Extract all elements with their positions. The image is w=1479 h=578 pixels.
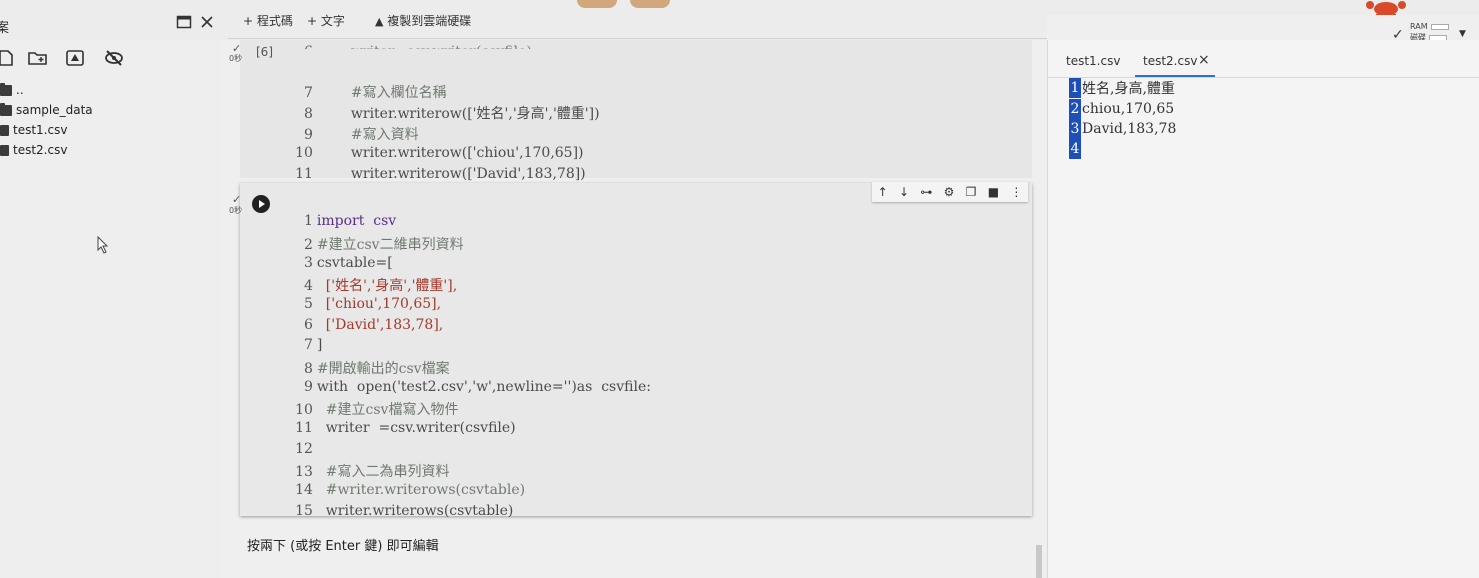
link-icon[interactable]: ⊶ [920,185,932,199]
close-icon[interactable] [199,14,215,30]
code-line: 2 #建立csv二維串列資料 [303,237,464,253]
move-down-icon[interactable]: ↓ [899,185,909,199]
code-line: 10 #建立csv檔寫入物件 [295,402,459,418]
copy-icon[interactable]: ❐ [966,185,977,199]
csv-line-number: 4 [1069,138,1081,159]
dropdown-arrow-icon[interactable]: ▼ [1459,29,1466,39]
code-line: 7] [303,337,323,353]
cell-toolbar: ↑ ↓ ⊶ ⚙ ❐ ■ ⋮ [872,182,1028,202]
code-line: 10 writer.writerow(['chiou',170,65]) [295,145,584,161]
parent-directory-label: .. [16,83,24,97]
files-panel-title: 案 [0,21,10,36]
code-line: 7 #寫入欄位名稱 [303,85,447,101]
file-tree-item-sample-data[interactable]: sample_data [0,101,93,119]
mount-drive-icon[interactable] [64,49,86,67]
tab-test2-csv[interactable]: test2.csv [1143,54,1197,68]
file-tree-item-test2[interactable]: test2.csv [0,141,67,159]
delete-icon[interactable]: ■ [988,185,999,199]
notebook-scrollbar[interactable] [1036,545,1042,578]
csv-line: 2 chiou,170,65 [1069,98,1174,119]
file-tree-item-label: test2.csv [13,143,68,157]
cell-exec-time: 0秒 [229,206,243,215]
code-line: 8 writer.writerow(['姓名','身高','體重']) [303,106,600,122]
code-line: 3 csvtable=[ [303,255,393,271]
drive-icon: ▲ [375,15,384,28]
csv-line-text: 姓名,身高,體重 [1082,80,1175,97]
folder-icon [0,102,12,116]
code-line: 1 import csv [303,213,397,229]
code-line: 5 ['chiou',170,65], [303,296,442,312]
copy-to-drive-button[interactable]: ▲ 複製到雲端硬碟 [375,12,471,29]
file-icon [0,124,9,136]
csv-line-number: 1 [1069,77,1081,98]
add-code-button[interactable]: + 程式碼 [243,12,293,29]
file-icon [0,144,9,156]
add-text-button[interactable]: + 文字 [307,12,345,29]
code-line: 15 writer.writerows(csvtable) [295,503,514,519]
close-tab-icon[interactable]: × [1198,52,1210,68]
csv-line-text: David,183,78 [1082,120,1177,137]
cell-exec-time: 0秒 [229,54,243,63]
copy-to-drive-label: 複製到雲端硬碟 [387,14,472,28]
parent-directory-item[interactable]: .. [0,81,24,99]
file-tree-item-label: test1.csv [13,123,68,137]
decoration-left [577,0,617,8]
move-up-icon[interactable]: ↑ [878,185,888,199]
decoration-right [630,0,670,8]
csv-line-number: 3 [1069,118,1081,139]
new-folder-icon[interactable] [27,49,49,67]
file-tree-item-test1[interactable]: test1.csv [0,121,67,139]
code-line: 8 #開啟輸出的csv檔案 [303,361,450,377]
cell-exec-count: [6] [256,45,273,59]
ram-label: RAM [1410,22,1428,31]
tab-test1-csv[interactable]: test1.csv [1066,54,1120,68]
code-line: 11 writer.writerow(['David',183,78]) [295,166,586,182]
code-line: 4 ['姓名','身高','體重'], [303,278,458,294]
csv-line: 4 [1069,138,1082,159]
settings-icon[interactable]: ⚙ [944,185,955,199]
csv-line: 1 姓名,身高,體重 [1069,77,1175,98]
code-line: 9 with open('test2.csv','w',newline='')as… [303,379,651,395]
code-line: 13 #寫入二為串列資料 [295,464,450,480]
file-tree-item-label: sample_data [16,103,93,117]
run-cell-button[interactable] [252,195,270,213]
upload-file-icon[interactable] [0,49,16,67]
more-options-icon[interactable]: ⋮ [1010,185,1022,199]
code-line: 9 #寫入資料 [303,127,419,143]
hide-files-icon[interactable] [103,49,125,67]
code-line: 6 ['David',183,78], [303,317,444,333]
mouse-cursor-icon [97,236,109,254]
folder-up-icon [0,82,12,96]
csv-line: 3 David,183,78 [1069,118,1176,139]
ram-bar [1430,23,1449,30]
code-line: 14 #writer.writerows(csvtable) [295,482,526,498]
code-line: 11 writer =csv.writer(csvfile) [295,420,516,436]
code-line: 12 [295,441,313,457]
text-cell-edit-hint[interactable]: 按兩下 (或按 Enter 鍵) 即可編輯 [247,535,439,554]
open-in-window-icon[interactable] [176,14,192,30]
csv-line-number: 2 [1069,98,1081,119]
csv-line-text: chiou,170,65 [1082,100,1175,117]
